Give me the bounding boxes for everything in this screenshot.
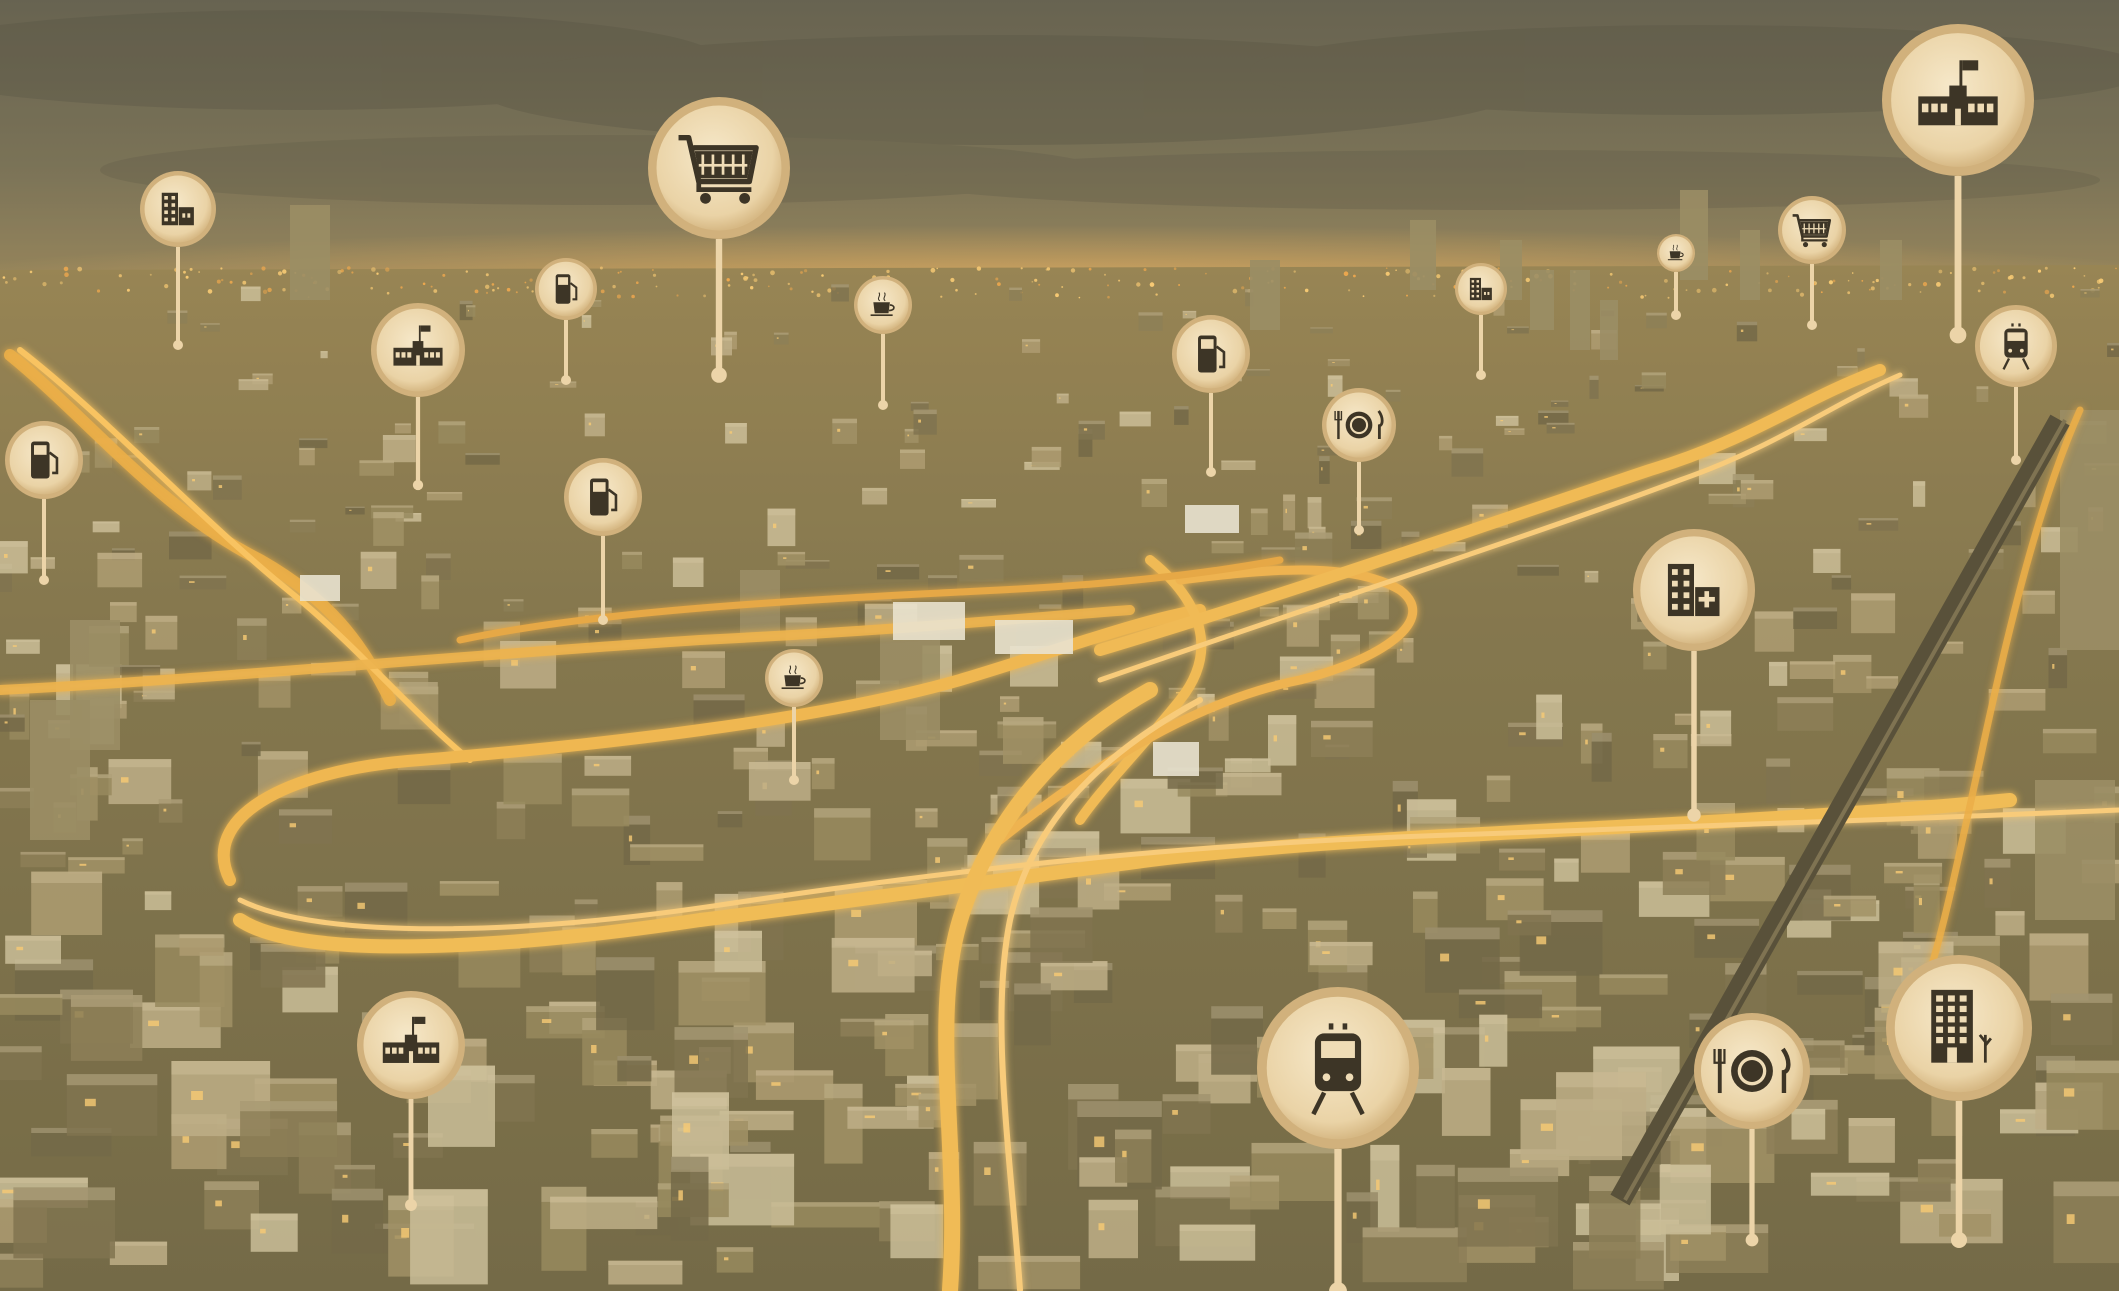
pin-base-dot [789,775,799,785]
pin-base-dot [1476,370,1486,380]
pin-base-dot [412,479,424,491]
pin-base-dot [561,375,571,385]
pin-base-dot [1807,320,1817,330]
pin-base-dot [2011,455,2021,465]
pin-base-dot [598,615,608,625]
pin-base-dot [173,340,183,350]
pin-base-dot [1671,310,1681,320]
pin-base-dot [39,575,49,585]
pin-base-dot [1745,1233,1759,1247]
pin-base-dot [1687,808,1701,822]
city-scene [0,0,2119,1291]
pin-base-dot [711,367,727,383]
pin-base-dot [878,400,888,410]
pin-base-dot [405,1199,417,1211]
pin-base-dot [1206,467,1216,477]
pin-base-dot [1949,326,1967,344]
pin-base-dot [1354,525,1364,535]
pin-base-dot [1950,1231,1968,1249]
